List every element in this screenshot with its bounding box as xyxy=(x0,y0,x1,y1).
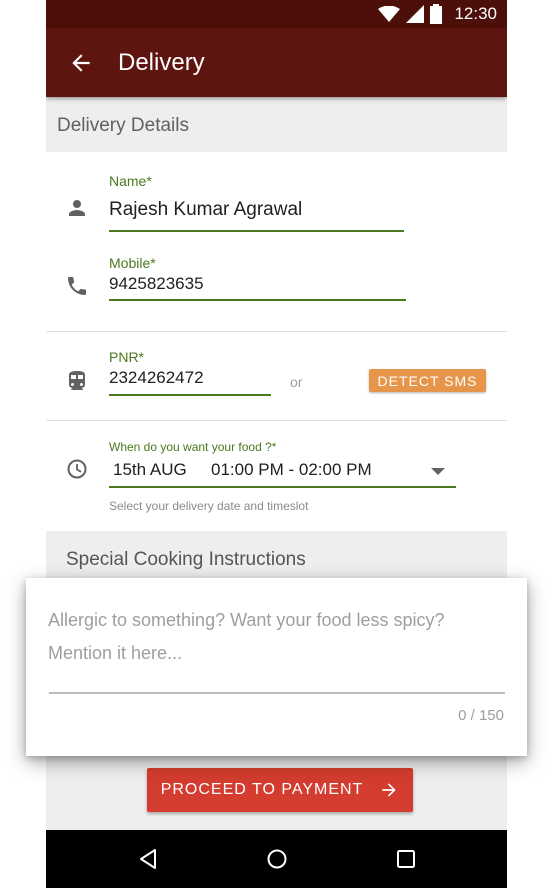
battery-icon xyxy=(430,4,443,24)
wifi-icon xyxy=(378,6,401,22)
instructions-underline xyxy=(49,692,505,694)
arrow-back-icon[interactable] xyxy=(68,50,94,76)
proceed-label: PROCEED TO PAYMENT xyxy=(160,781,364,798)
system-nav-bar xyxy=(46,830,507,888)
back-triangle-icon[interactable] xyxy=(136,847,160,871)
proceed-to-payment-button[interactable]: PROCEED TO PAYMENT xyxy=(147,768,413,812)
or-text: or xyxy=(290,374,303,390)
special-instructions-card: Allergic to something? Want your food le… xyxy=(26,578,527,756)
timeslot-select[interactable]: 15th AUG 01:00 PM - 02:00 PM xyxy=(109,456,456,486)
pnr-underline xyxy=(109,394,271,396)
pnr-field[interactable]: 2324262472 xyxy=(109,368,204,388)
pnr-label: PNR* xyxy=(109,349,145,365)
timeslot-underline xyxy=(109,486,456,488)
phone-icon xyxy=(68,277,86,295)
divider xyxy=(46,331,507,332)
mobile-label: Mobile* xyxy=(109,255,156,271)
timeslot-label: When do you want your food ?* xyxy=(109,440,277,454)
app-bar: Delivery xyxy=(46,28,507,97)
home-circle-icon[interactable] xyxy=(265,847,289,871)
timeslot-date: 15th AUG xyxy=(113,460,187,479)
delivery-details-header: Delivery Details xyxy=(46,97,507,152)
name-underline xyxy=(109,230,404,232)
mobile-underline xyxy=(109,299,406,301)
special-instructions-input[interactable]: Allergic to something? Want your food le… xyxy=(48,604,508,670)
mobile-field[interactable]: 9425823635 xyxy=(109,274,204,294)
timeslot-helper: Select your delivery date and timeslot xyxy=(109,499,309,513)
status-bar: 12:30 xyxy=(46,0,507,28)
name-label: Name* xyxy=(109,173,152,189)
signal-icon xyxy=(406,5,425,23)
clock-icon xyxy=(67,459,87,479)
divider xyxy=(46,420,507,421)
character-counter: 0 / 150 xyxy=(458,707,504,724)
arrow-forward-icon xyxy=(382,783,396,797)
status-time: 12:30 xyxy=(454,4,497,23)
train-icon xyxy=(69,371,85,390)
page-title: Delivery xyxy=(118,49,205,76)
detect-sms-button[interactable]: DETECT SMS xyxy=(369,369,486,392)
recents-square-icon[interactable] xyxy=(394,847,418,871)
special-instructions-heading: Special Cooking Instructions xyxy=(66,549,306,570)
dropdown-arrow-icon xyxy=(431,468,445,475)
delivery-details-heading: Delivery Details xyxy=(57,115,189,136)
person-icon xyxy=(69,200,85,216)
name-field[interactable]: Rajesh Kumar Agrawal xyxy=(109,199,302,221)
timeslot-slot: 01:00 PM - 02:00 PM xyxy=(211,460,372,479)
